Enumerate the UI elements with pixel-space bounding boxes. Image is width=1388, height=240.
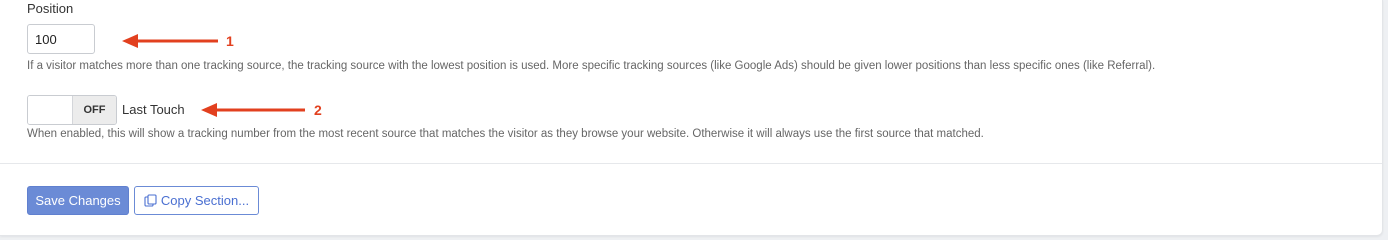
position-help-text: If a visitor matches more than one track… [27, 60, 1156, 72]
toggle-state: OFF [73, 96, 116, 124]
save-changes-button[interactable]: Save Changes [27, 186, 129, 215]
annotation-label-1: 1 [226, 33, 234, 49]
annotation-arrow-2 [201, 103, 305, 117]
copy-icon [144, 194, 157, 207]
position-input[interactable] [27, 24, 95, 54]
last-touch-help-text: When enabled, this will show a tracking … [27, 128, 984, 140]
divider [0, 163, 1382, 164]
position-label: Position [27, 1, 74, 16]
last-touch-toggle[interactable]: OFF [27, 95, 117, 125]
copy-section-label: Copy Section... [160, 193, 250, 208]
last-touch-label: Last Touch [122, 102, 185, 117]
copy-section-button[interactable]: Copy Section... [134, 186, 259, 215]
annotation-arrow-1 [122, 34, 218, 48]
annotation-label-2: 2 [314, 102, 322, 118]
toggle-knob [28, 96, 73, 124]
